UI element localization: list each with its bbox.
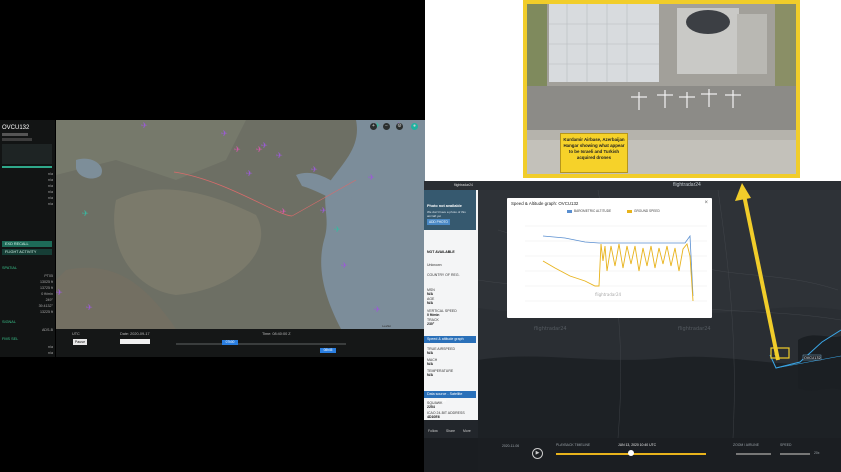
left-map-svg: ✈✈✈ ✈✈✈ ✈✈✈ ✈✈✈ ✈ ✈✈✈ ✈✈✈ xyxy=(56,120,425,329)
stat-row-4: n/a xyxy=(48,190,53,194)
zoom-in-icon[interactable]: + xyxy=(370,123,377,130)
pause-button[interactable]: Pause xyxy=(73,339,87,345)
spatial-row-4: 0 ft/min xyxy=(41,292,53,296)
svg-text:✈: ✈ xyxy=(311,165,318,174)
flight-id: OVCU132 xyxy=(2,125,30,131)
timeline-marker-2[interactable]: 08h45 xyxy=(320,348,336,353)
section-fmsel: FMS SEL xyxy=(2,337,19,341)
svg-text:✈: ✈ xyxy=(374,305,381,314)
timeline-track[interactable] xyxy=(176,343,346,345)
svg-text:✈: ✈ xyxy=(341,261,348,270)
section-spatial: SPATIAL xyxy=(2,266,18,270)
svg-text:✈: ✈ xyxy=(141,121,148,130)
aircraft-photo xyxy=(2,144,52,164)
left-timeline-bar: UTC Date: 2020-09-17 Time: 08:40:00 Z Pa… xyxy=(56,329,425,357)
stat-row-5: n/a xyxy=(48,196,53,200)
map-attribution: Leaflet xyxy=(382,324,392,328)
fmsel-row-1: n/a xyxy=(48,345,53,349)
time-label: Time: 08:40:00 Z xyxy=(262,332,291,336)
annotation-arrow xyxy=(735,183,780,361)
timeline-marker-1[interactable]: 07h00 xyxy=(222,340,238,345)
date-input[interactable] xyxy=(120,339,150,344)
svg-text:✈: ✈ xyxy=(276,151,283,160)
divider xyxy=(2,166,52,168)
spatial-row-5: 249° xyxy=(45,298,53,302)
svg-text:✈: ✈ xyxy=(280,207,287,216)
spatial-row-3: 13725 ft xyxy=(40,286,53,290)
recall-button[interactable]: EXD RECALL xyxy=(2,241,52,247)
svg-text:✈: ✈ xyxy=(86,303,93,312)
flight-link[interactable] xyxy=(2,138,32,141)
svg-text:✈: ✈ xyxy=(368,173,375,182)
date-label: Date: 2020-09-17 xyxy=(120,332,150,336)
flight-info-panel: OVCU132 n/a n/a n/a n/a n/a n/a EXD RECA… xyxy=(0,120,55,357)
svg-text:✈: ✈ xyxy=(320,206,327,215)
svg-text:✈: ✈ xyxy=(334,225,341,234)
svg-text:✈: ✈ xyxy=(82,209,89,218)
svg-text:✈: ✈ xyxy=(246,169,253,178)
section-signal: SIGNAL xyxy=(2,320,16,324)
layers-icon[interactable]: ● xyxy=(411,123,418,130)
fmsel-row-2: n/a xyxy=(48,351,53,355)
svg-text:✈: ✈ xyxy=(256,145,263,154)
stat-row-6: n/a xyxy=(48,202,53,206)
svg-text:✈: ✈ xyxy=(234,145,241,154)
flight-activity-button[interactable]: FLIGHT ACTIVITY xyxy=(2,249,52,255)
stat-row-2: n/a xyxy=(48,178,53,182)
spatial-row-6: 39.4132° xyxy=(38,304,53,308)
stat-row-1: n/a xyxy=(48,172,53,176)
spatial-row-2: 13025 ft xyxy=(40,280,53,284)
zoom-out-icon[interactable]: − xyxy=(383,123,390,130)
settings-icon[interactable]: ⚙ xyxy=(396,123,403,130)
spatial-row-1: PT05 xyxy=(44,274,53,278)
flight-subtitle xyxy=(2,133,28,136)
svg-text:✈: ✈ xyxy=(56,288,63,297)
signal-row-1: ADS-B xyxy=(42,328,53,332)
svg-text:✈: ✈ xyxy=(221,129,228,138)
left-map[interactable]: ✈✈✈ ✈✈✈ ✈✈✈ ✈✈✈ ✈ ✈✈✈ ✈✈✈ + − ⚙ ● Leafle… xyxy=(56,120,425,329)
utc-label: UTC xyxy=(72,332,80,336)
spatial-row-7: 13225 ft xyxy=(40,310,53,314)
stat-row-3: n/a xyxy=(48,184,53,188)
